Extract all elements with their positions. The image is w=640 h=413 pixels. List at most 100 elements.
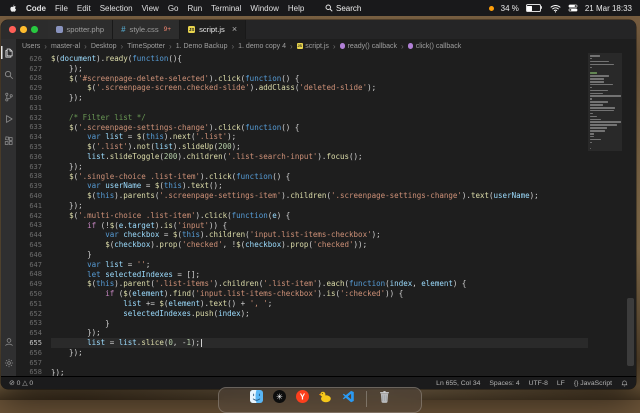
control-center-icon[interactable] (568, 3, 578, 13)
code-line[interactable]: 657 (16, 358, 588, 368)
code-line[interactable]: 637 }); (16, 162, 588, 172)
cyberduck-icon[interactable] (318, 390, 332, 403)
code-line[interactable]: 653 } (16, 319, 588, 329)
menubar-item-terminal[interactable]: Terminal (211, 4, 241, 13)
code-line[interactable]: 639 var userName = $(this).text(); (16, 181, 588, 191)
status-indentation[interactable]: Spaces: 4 (489, 380, 519, 387)
breadcrumb-item[interactable]: JS script.js (296, 42, 329, 50)
code-line[interactable]: 638 $('.single-choice .list-item').click… (16, 172, 588, 182)
explorer-icon[interactable] (1, 46, 16, 59)
code-line[interactable]: 642 $('.multi-choice .list-item').click(… (16, 211, 588, 221)
code-line[interactable]: 646 } (16, 250, 588, 260)
line-number: 647 (29, 260, 42, 269)
breadcrumb-item[interactable]: Users (22, 43, 40, 50)
notifications-bell-icon[interactable] (621, 380, 628, 387)
close-tab-icon[interactable]: × (232, 25, 237, 34)
breadcrumb-label: Users (22, 42, 41, 50)
battery-icon[interactable] (525, 4, 543, 12)
status-encoding[interactable]: UTF-8 (529, 380, 548, 387)
code-line[interactable]: 630 }); (16, 93, 588, 103)
menubar-item-file[interactable]: File (55, 4, 68, 13)
menubar-item-code[interactable]: Code (26, 4, 46, 13)
code-line[interactable]: 651 list += $(element).text() + ', '; (16, 299, 588, 309)
code-line[interactable]: 654 }); (16, 328, 588, 338)
code-line[interactable]: 641 }); (16, 201, 588, 211)
code-line[interactable]: 650 if ($(element).find('input.list-item… (16, 289, 588, 299)
line-number: 650 (29, 290, 42, 299)
code-line[interactable]: 649 $(this).parent('.list-items').childr… (16, 279, 588, 289)
yandex-icon[interactable]: Y (295, 390, 309, 403)
breadcrumb-item[interactable]: 1. Demo Backup (176, 43, 228, 50)
code-line[interactable]: 636 list.slideToggle(200).children('.lis… (16, 152, 588, 162)
menubar-item-help[interactable]: Help (288, 4, 304, 13)
status-eol[interactable]: LF (557, 380, 565, 387)
chevron-right-icon: › (290, 41, 293, 51)
code-line[interactable]: 633 $('.screenpage-settings-change').cli… (16, 123, 588, 133)
breadcrumb-item[interactable]: TimeSpotter (127, 43, 165, 50)
trash-icon[interactable] (378, 390, 391, 403)
dock-items: ✳ Y (249, 388, 391, 412)
settings-gear-icon[interactable] (1, 356, 16, 369)
code-line[interactable]: 640 $(this).parents('.screenpage-setting… (16, 191, 588, 201)
chatgpt-icon[interactable]: ✳ (272, 390, 286, 403)
finder-icon[interactable] (249, 390, 263, 403)
code-line[interactable]: 634 var list = $(this).next('.list'); (16, 132, 588, 142)
menubar-clock[interactable]: 21 Mar 18:33 (585, 4, 632, 13)
minimize-window-button[interactable] (20, 26, 27, 33)
account-icon[interactable] (1, 335, 16, 348)
menubar-item-run[interactable]: Run (187, 4, 202, 13)
code-line-text: $('.list').not(list).slideUp(200); (87, 142, 241, 152)
tab-script-js[interactable]: JS script.js × (180, 20, 247, 39)
code-line[interactable]: 626 $(document).ready(function(){ (16, 54, 588, 64)
menubar-item-view[interactable]: View (142, 4, 159, 13)
code-line[interactable]: 656 }); (16, 348, 588, 358)
run-debug-icon[interactable] (1, 112, 16, 125)
apple-menu-icon[interactable] (8, 3, 19, 14)
wifi-icon[interactable] (550, 4, 561, 13)
breadcrumb-item[interactable]: master-al (51, 43, 80, 50)
code-line[interactable]: 647 var list = ''; (16, 260, 588, 270)
code-line[interactable]: 635 $('.list').not(list).slideUp(200); (16, 142, 588, 152)
code-line[interactable]: 628 $('#screenpage-delete-selected').cli… (16, 74, 588, 84)
breadcrumb-item[interactable]: Desktop (91, 43, 117, 50)
source-control-icon[interactable] (1, 90, 16, 103)
breadcrumb-item[interactable]: 1. demo copy 4 (238, 43, 286, 50)
spotlight-search[interactable]: Search (325, 0, 361, 16)
close-window-button[interactable] (9, 26, 16, 33)
menubar-item-selection[interactable]: Selection (100, 4, 133, 13)
minimap-slider[interactable] (588, 53, 622, 151)
breadcrumb-item[interactable]: click() callback (407, 43, 461, 50)
menubar-item-window[interactable]: Window (250, 4, 278, 13)
line-number: 657 (29, 358, 42, 367)
code-line[interactable]: 627 }); (16, 64, 588, 74)
titlebar[interactable]: spotter.php # style.css 9+ JS script.js × (1, 20, 636, 39)
vscode-icon[interactable] (342, 390, 355, 403)
code-line[interactable]: 644 var checkbox = $(this).children('inp… (16, 230, 588, 240)
tab-style-css[interactable]: # style.css 9+ (113, 20, 181, 39)
code-line[interactable]: 652 selectedIndexes.push(index); (16, 309, 588, 319)
editor[interactable]: 626 $(document).ready(function(){627 }); 6… (16, 53, 636, 376)
code-line[interactable]: 629 $('.screenpage-screen.checked-slide'… (16, 83, 588, 93)
code-line-text: list += $(element).text() + ', '; (123, 298, 273, 308)
scrollbar-thumb[interactable] (627, 298, 634, 367)
code-line[interactable]: 645 $(checkbox).prop('checked', !$(check… (16, 240, 588, 250)
status-problems[interactable]: ⊘ 0 △ 0 (9, 379, 33, 387)
extensions-icon[interactable] (1, 134, 16, 147)
zoom-window-button[interactable] (31, 26, 38, 33)
minimap[interactable] (588, 53, 622, 376)
code-line[interactable]: 658}); (16, 368, 588, 377)
editor-scrollbar[interactable] (622, 53, 636, 376)
breadcrumb-label: script.js (305, 42, 329, 50)
code-line[interactable]: 655 list = list.slice(0, -1); (16, 338, 588, 348)
menubar-item-edit[interactable]: Edit (77, 4, 91, 13)
code-line[interactable]: 648 let selectedIndexes = []; (16, 270, 588, 280)
search-icon[interactable] (1, 68, 16, 81)
tab-spotter-php[interactable]: spotter.php (47, 20, 114, 39)
code-line[interactable]: 631 (16, 103, 588, 113)
breadcrumb-item[interactable]: ready() callback (339, 43, 397, 50)
status-language[interactable]: {} JavaScript (574, 380, 612, 387)
code-line[interactable]: 632 /* Filter list */ (16, 113, 588, 123)
menubar-item-go[interactable]: Go (168, 4, 179, 13)
code-line[interactable]: 643 if (!$(e.target).is('input')) { (16, 221, 588, 231)
status-cursor-position[interactable]: Ln 655, Col 34 (436, 380, 480, 387)
